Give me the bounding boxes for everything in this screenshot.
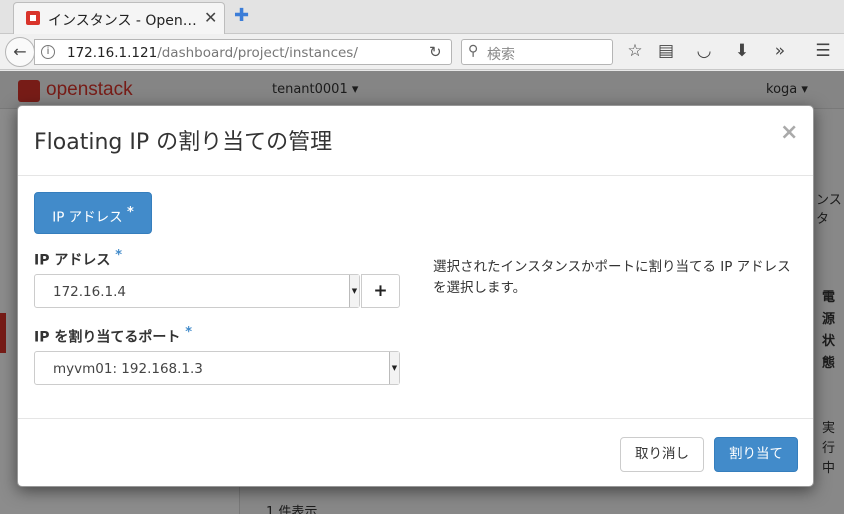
url-host: 172.16.1.121	[67, 45, 158, 61]
modal-title: Floating IP の割り当ての管理	[34, 130, 333, 155]
search-input[interactable]: ⚲ 検索	[461, 39, 613, 65]
help-text: 選択されたインスタンスかポートに割り当てる IP アドレスを選択します。	[433, 259, 791, 296]
chevron-down-icon: ▼	[349, 275, 359, 307]
site-info-icon[interactable]: i	[41, 45, 55, 59]
reading-list-icon[interactable]: ▤	[655, 41, 677, 61]
search-placeholder: 検索	[487, 47, 515, 63]
port-label: IP を割り当てるポート *	[34, 325, 192, 347]
footer-divider	[18, 418, 813, 419]
floating-ip-modal: Floating IP の割り当ての管理 × IP アドレス * IP アドレス…	[17, 105, 814, 487]
required-marker: *	[126, 205, 134, 220]
url-path: /dashboard/project/instances/	[157, 45, 358, 61]
allocate-ip-button[interactable]: +	[361, 274, 400, 308]
header-divider	[18, 175, 813, 176]
new-tab-icon[interactable]: ✚	[234, 5, 249, 26]
cancel-button[interactable]: 取り消し	[620, 437, 704, 472]
port-value: myvm01: 192.168.1.3	[53, 361, 203, 377]
port-select[interactable]: myvm01: 192.168.1.3 ▼	[34, 351, 400, 385]
openstack-favicon-icon	[26, 11, 40, 25]
url-bar[interactable]: i 172.16.1.121/dashboard/project/instanc…	[34, 39, 452, 65]
browser-nav-bar: i 172.16.1.121/dashboard/project/instanc…	[0, 34, 844, 70]
pocket-icon[interactable]: ◡	[693, 41, 715, 61]
reload-icon[interactable]: ↻	[429, 43, 442, 61]
search-icon: ⚲	[468, 43, 479, 59]
required-marker: *	[115, 248, 123, 263]
bookmark-star-icon[interactable]: ☆	[624, 41, 646, 61]
menu-hamburger-icon[interactable]: ☰	[812, 41, 834, 61]
back-button[interactable]: ←	[5, 37, 35, 67]
tab-close-icon[interactable]: ✕	[204, 8, 217, 27]
ip-address-value: 172.16.1.4	[53, 284, 126, 300]
overflow-chevron-icon[interactable]: »	[769, 41, 791, 61]
chevron-down-icon: ▼	[389, 352, 399, 384]
ip-address-label: IP アドレス *	[34, 248, 122, 270]
tab-ip-address[interactable]: IP アドレス *	[34, 192, 152, 234]
back-arrow-icon: ←	[13, 42, 27, 61]
tab-label: IP アドレス	[52, 209, 123, 226]
associate-button[interactable]: 割り当て	[714, 437, 798, 472]
url-text: 172.16.1.121/dashboard/project/instances…	[67, 45, 358, 61]
tab-title: インスタンス - Open…	[48, 13, 197, 29]
download-icon[interactable]: ⬇	[731, 41, 753, 61]
ip-address-select[interactable]: 172.16.1.4 ▼	[34, 274, 360, 308]
port-label-text: IP を割り当てるポート	[34, 329, 181, 346]
browser-tab-bar: インスタンス - Open… ✕ ✚	[0, 0, 844, 34]
close-icon[interactable]: ×	[780, 120, 798, 145]
required-marker: *	[185, 325, 193, 340]
ip-label-text: IP アドレス	[34, 252, 111, 269]
browser-tab[interactable]: インスタンス - Open… ✕	[13, 2, 225, 34]
